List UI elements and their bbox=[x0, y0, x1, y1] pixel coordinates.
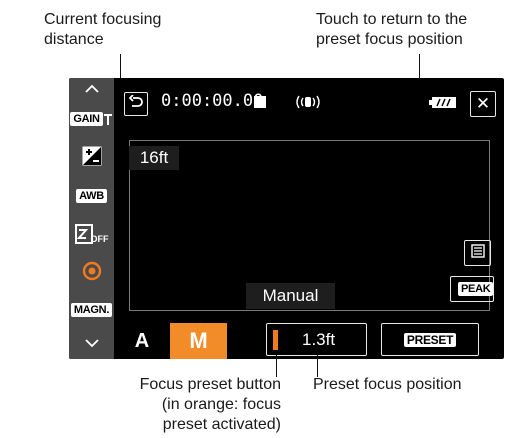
sidebar: GAIN AWB OFF MAGN. bbox=[69, 78, 114, 359]
auto-label: A bbox=[134, 329, 150, 352]
callout-line-2: distance bbox=[44, 31, 104, 48]
manual-focus-button[interactable]: M bbox=[170, 323, 227, 359]
stabilizer-icon bbox=[294, 93, 322, 116]
callout-preset-focus-position: Preset focus position bbox=[313, 376, 462, 393]
menu-button[interactable] bbox=[464, 240, 491, 266]
back-arrow-icon bbox=[128, 93, 144, 114]
close-icon: ✕ bbox=[475, 94, 491, 113]
callout-current-focusing-distance: Current focusing distance bbox=[44, 10, 161, 50]
awb-button[interactable]: AWB bbox=[69, 182, 114, 210]
callout-focus-preset-button: Focus preset button (in orange: focus pr… bbox=[114, 375, 281, 435]
leader-line-preset-button bbox=[276, 355, 277, 377]
chevron-down-icon bbox=[84, 335, 99, 353]
gain-label: GAIN bbox=[70, 112, 103, 126]
callout-line-1: Focus preset button bbox=[139, 376, 281, 393]
list-icon bbox=[470, 243, 485, 263]
scroll-down-button[interactable] bbox=[69, 334, 114, 354]
callout-line-2: (in orange: focus bbox=[161, 396, 281, 413]
auto-focus-button[interactable]: A bbox=[114, 323, 170, 359]
picture-off-icon: OFF bbox=[74, 224, 109, 244]
camera-screen: GAIN AWB OFF MAGN. 0:00:00.00 ✕ 16ft Man… bbox=[69, 78, 504, 359]
callout-line-3: preset activated) bbox=[162, 416, 281, 433]
gain-button[interactable]: GAIN bbox=[69, 105, 114, 133]
focus-mode-label: Manual bbox=[246, 283, 335, 309]
preset-return-button[interactable]: PRESET bbox=[381, 323, 479, 356]
timecode: 0:00:00.00 bbox=[161, 91, 264, 111]
callout-touch-to-return: Touch to return to the preset focus posi… bbox=[316, 10, 467, 50]
scroll-up-button[interactable] bbox=[69, 80, 114, 98]
off-label: OFF bbox=[90, 234, 109, 244]
picture-off-button[interactable]: OFF bbox=[69, 218, 114, 250]
focus-icon bbox=[81, 260, 103, 287]
preset-active-indicator bbox=[273, 329, 278, 350]
peak-button[interactable]: PEAK bbox=[450, 276, 494, 302]
manual-label: M bbox=[189, 328, 208, 353]
preset-button-label: PRESET bbox=[403, 332, 457, 347]
leader-line-preset-position bbox=[317, 355, 318, 377]
battery-icon bbox=[429, 96, 457, 114]
focus-button[interactable] bbox=[69, 258, 114, 288]
magnification-icon: MAGN. bbox=[70, 303, 113, 317]
gain-icon: GAIN bbox=[70, 112, 112, 126]
peak-label: PEAK bbox=[458, 282, 494, 296]
callout-line-2: preset focus position bbox=[316, 31, 463, 48]
callout-line-1: Current focusing bbox=[44, 11, 162, 28]
stop-icon bbox=[254, 96, 266, 108]
magnification-button[interactable]: MAGN. bbox=[69, 296, 114, 324]
focus-preset-button[interactable]: 1.3ft bbox=[266, 323, 367, 356]
chevron-up-icon bbox=[84, 80, 99, 98]
close-button[interactable]: ✕ bbox=[470, 91, 496, 117]
focus-distance-readout: 16ft bbox=[129, 146, 179, 170]
back-button[interactable] bbox=[124, 92, 148, 116]
exposure-button[interactable] bbox=[69, 144, 114, 172]
callout-line-1: Touch to return to the bbox=[316, 11, 468, 28]
exposure-icon bbox=[82, 146, 102, 171]
preset-distance-value: 1.3ft bbox=[302, 329, 336, 349]
awb-icon: AWB bbox=[76, 189, 107, 203]
